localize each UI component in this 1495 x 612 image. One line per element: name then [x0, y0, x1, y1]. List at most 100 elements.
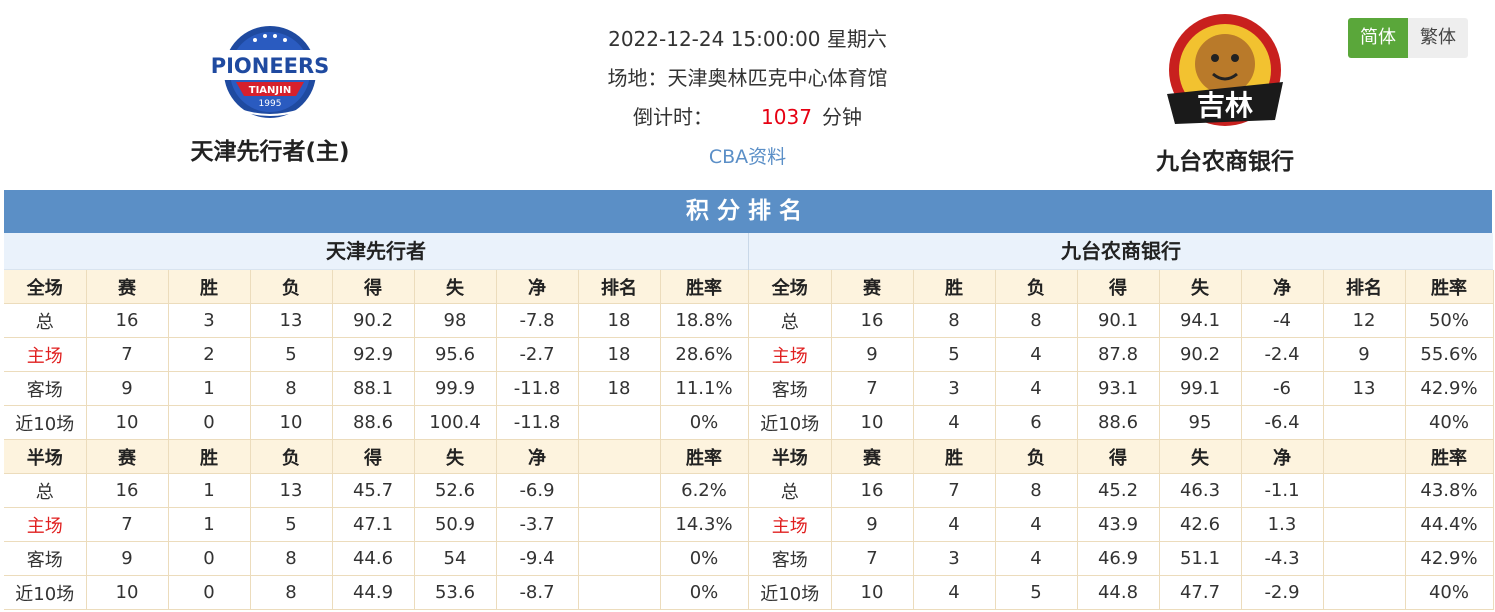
row-label: 总	[749, 473, 832, 508]
column-header: 排名	[1323, 270, 1406, 304]
table-cell: 8	[250, 371, 333, 406]
column-header: 胜	[913, 270, 996, 304]
table-cell: 7	[86, 337, 169, 372]
table-cell: 18.8%	[660, 303, 749, 338]
column-header	[578, 439, 661, 474]
table-cell: 10	[831, 405, 914, 440]
table-cell: 16	[86, 303, 169, 338]
table-cell: 10	[250, 405, 333, 440]
row-label: 近10场	[4, 405, 87, 440]
table-cell: 5	[995, 575, 1078, 610]
table-cell: -3.7	[496, 507, 579, 542]
table-cell: 16	[831, 303, 914, 338]
home-standings-table: 全场赛胜负得失净排名 胜率总 16 3 13 90.2 98 -7.8 18 18.8% 主场 7 2 5…	[4, 270, 749, 610]
logo-text-year: 1995	[259, 99, 282, 109]
table-cell: 2	[168, 337, 251, 372]
table-cell: 18	[578, 337, 661, 372]
table-cell	[1323, 575, 1406, 610]
table-row: 客场 9 0 8 44.6 54 -9.4 0%	[4, 541, 749, 576]
table-cell: 47.7	[1159, 575, 1242, 610]
table-cell: -8.7	[496, 575, 579, 610]
table-cell	[578, 507, 661, 542]
tigers-logo-icon: 吉林	[1167, 14, 1283, 126]
table-row: 主场 7 2 5 92.9 95.6 -2.7 18 28.6%	[4, 337, 749, 372]
column-header: 净	[496, 270, 579, 304]
table-cell: 1	[168, 371, 251, 406]
column-header: 半场	[4, 439, 87, 474]
column-header: 排名	[578, 270, 661, 304]
table-row: 总 16 3 13 90.2 98 -7.8 18 18.8%	[4, 303, 749, 338]
table-cell: 9	[86, 371, 169, 406]
table-header-row: 全场赛胜负得失净排名 胜率	[4, 270, 749, 304]
table-cell: -11.8	[496, 371, 579, 406]
table-cell: 0	[168, 541, 251, 576]
table-cell: -7.8	[496, 303, 579, 338]
table-cell: 50%	[1405, 303, 1494, 338]
simplified-button[interactable]: 简体	[1348, 18, 1408, 58]
table-cell: 9	[831, 337, 914, 372]
table-cell: -2.9	[1241, 575, 1324, 610]
table-cell: 88.1	[332, 371, 415, 406]
row-label: 近10场	[749, 405, 832, 440]
column-header: 赛	[831, 270, 914, 304]
pioneers-logo-icon: PIONEERS TIANJIN 1995	[211, 26, 329, 118]
table-cell: 43.9	[1077, 507, 1160, 542]
table-row: 客场 9 1 8 88.1 99.9 -11.8 18 11.1%	[4, 371, 749, 406]
column-header: 胜率	[660, 439, 749, 474]
column-header: 赛	[831, 439, 914, 474]
row-label: 总	[4, 473, 87, 508]
table-cell: 8	[250, 575, 333, 610]
home-team: PIONEERS TIANJIN 1995 天津先行者(主)	[170, 20, 370, 166]
table-cell: 4	[995, 541, 1078, 576]
home-team-name: 天津先行者(主)	[190, 139, 350, 165]
table-row: 主场 9 4 4 43.9 42.6 1.3 44.4%	[749, 507, 1494, 542]
table-cell: 95.6	[414, 337, 497, 372]
table-row: 总 16 8 8 90.1 94.1 -4 12 50%	[749, 303, 1494, 338]
table-cell: 8	[995, 473, 1078, 508]
table-cell: 53.6	[414, 575, 497, 610]
countdown-label: 倒计时：	[633, 105, 714, 129]
table-cell: 0	[168, 575, 251, 610]
away-standings-table: 全场赛胜负得失净排名 胜率总 16 8 8 90.1 94.1 -4 12 50% 主场 9 5 4 87.…	[749, 270, 1494, 610]
table-cell: 9	[831, 507, 914, 542]
table-cell: 14.3%	[660, 507, 749, 542]
table-row: 近10场 10 0 8 44.9 53.6 -8.7 0%	[4, 575, 749, 610]
column-header: 净	[496, 439, 579, 474]
column-header: 胜率	[660, 270, 749, 304]
away-standings: 九台农商银行 全场赛胜负得失净排名 胜率总 16 8 8 90.1 94.1 -4 12 50% 主…	[749, 233, 1494, 610]
standings-title: 积分排名	[4, 190, 1492, 233]
table-cell	[1323, 541, 1406, 576]
table-cell	[578, 575, 661, 610]
column-header: 负	[995, 270, 1078, 304]
table-cell: 0%	[660, 405, 749, 440]
column-header: 负	[250, 439, 333, 474]
table-cell: 1	[168, 473, 251, 508]
cba-info-link[interactable]: CBA资料	[709, 146, 786, 168]
table-cell: 42.9%	[1405, 541, 1494, 576]
table-cell: 4	[995, 371, 1078, 406]
table-cell: 51.1	[1159, 541, 1242, 576]
column-header: 胜	[913, 439, 996, 474]
column-header: 赛	[86, 270, 169, 304]
table-cell: 16	[86, 473, 169, 508]
table-cell	[1323, 507, 1406, 542]
table-row: 客场 7 3 4 46.9 51.1 -4.3 42.9%	[749, 541, 1494, 576]
table-cell	[578, 473, 661, 508]
row-label: 客场	[4, 371, 87, 406]
table-cell: -4.3	[1241, 541, 1324, 576]
table-row: 主场 7 1 5 47.1 50.9 -3.7 14.3%	[4, 507, 749, 542]
table-cell	[1323, 405, 1406, 440]
table-cell: -2.4	[1241, 337, 1324, 372]
traditional-button[interactable]: 繁体	[1408, 18, 1468, 58]
table-cell: 18	[578, 303, 661, 338]
table-cell: 100.4	[414, 405, 497, 440]
column-header: 净	[1241, 270, 1324, 304]
table-cell: 0%	[660, 541, 749, 576]
table-cell: -6.9	[496, 473, 579, 508]
table-cell: 8	[995, 303, 1078, 338]
column-header: 得	[332, 270, 415, 304]
column-header: 得	[332, 439, 415, 474]
table-cell: 1	[168, 507, 251, 542]
table-cell: -6.4	[1241, 405, 1324, 440]
table-cell: 12	[1323, 303, 1406, 338]
